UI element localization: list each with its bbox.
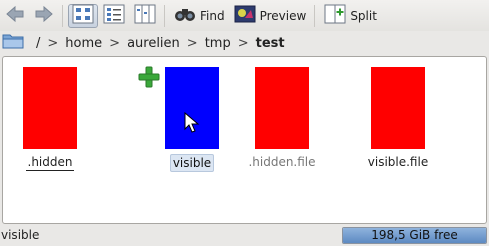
breadcrumb-root[interactable]: / — [32, 36, 44, 51]
toolbar-separator — [62, 4, 63, 27]
icons-view-button[interactable] — [68, 3, 98, 28]
free-space-indicator: 198,5 GiB free — [342, 227, 487, 244]
file-name: visible — [169, 154, 215, 172]
breadcrumb-separator: > — [186, 35, 198, 51]
file-name: visible.file — [367, 155, 429, 169]
file-item-visible-file[interactable]: visible.file — [340, 65, 456, 170]
toolbar-separator — [314, 4, 316, 27]
find-button[interactable]: Find — [170, 4, 229, 28]
file-name: .hidden — [25, 155, 75, 171]
forward-button[interactable] — [30, 4, 58, 28]
preview-icon — [234, 5, 256, 26]
file-thumbnail — [255, 67, 309, 149]
file-view[interactable]: .hidden visible .hidden.file visible.fil… — [2, 56, 487, 224]
breadcrumb-item-aurelien[interactable]: aurelien — [123, 36, 184, 51]
mouse-cursor-icon — [184, 111, 200, 137]
file-thumbnail — [23, 67, 77, 149]
split-view-icon — [324, 4, 346, 27]
back-button[interactable] — [1, 4, 29, 28]
breadcrumb-item-test[interactable]: test — [252, 36, 289, 51]
breadcrumb-separator: > — [109, 35, 121, 51]
split-label: Split — [350, 8, 377, 23]
find-label: Find — [200, 8, 225, 23]
columns-view-icon — [134, 4, 156, 27]
back-arrow-icon — [5, 5, 25, 26]
toolbar-separator — [164, 4, 165, 27]
details-view-icon — [103, 4, 125, 27]
binoculars-icon — [174, 5, 196, 26]
breadcrumb-item-home[interactable]: home — [61, 36, 106, 51]
forward-arrow-icon — [34, 5, 54, 26]
icons-view-icon — [72, 4, 94, 27]
breadcrumb-separator: > — [237, 35, 249, 51]
file-thumbnail — [371, 67, 425, 149]
status-text: visible — [1, 228, 40, 242]
file-item-hidden-file[interactable]: .hidden.file — [224, 65, 340, 170]
breadcrumb-separator: > — [47, 35, 59, 51]
preview-button[interactable]: Preview — [230, 4, 311, 28]
status-bar: visible 198,5 GiB free — [0, 224, 489, 246]
toolbar: Find Preview Split — [0, 0, 489, 31]
details-view-button[interactable] — [99, 4, 129, 28]
breadcrumb-item-tmp[interactable]: tmp — [201, 36, 235, 51]
folder-icon[interactable] — [2, 32, 24, 54]
split-button[interactable]: Split — [320, 4, 381, 28]
preview-label: Preview — [259, 8, 307, 23]
free-space-label: 198,5 GiB free — [371, 228, 458, 242]
add-selection-icon[interactable] — [138, 66, 160, 91]
breadcrumb: / > home > aurelien > tmp > test — [0, 31, 489, 55]
columns-view-button[interactable] — [130, 4, 160, 28]
file-item-hidden[interactable]: .hidden — [0, 65, 108, 171]
file-name: .hidden.file — [248, 155, 316, 169]
